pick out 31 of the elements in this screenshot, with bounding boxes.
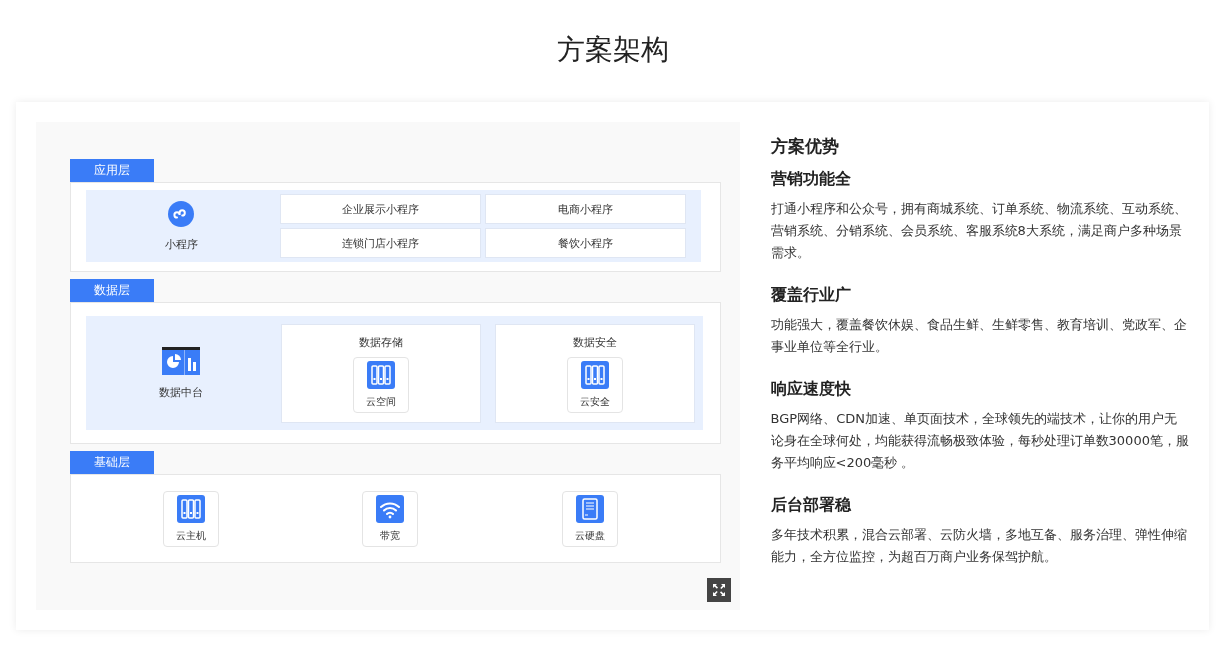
- group-title: 数据存储: [358, 335, 403, 350]
- fullscreen-button[interactable]: [706, 578, 731, 602]
- tile-label: 云硬盘: [574, 528, 605, 543]
- advantage-text: 功能强大，覆盖餐饮休娱、食品生鲜、生鲜零售、教育培训、党政军、企事业单位等全行业。: [770, 316, 1188, 356]
- tile-label: 云空间: [365, 395, 396, 409]
- link-icon: [168, 200, 194, 227]
- tile-label: 带宽: [380, 528, 401, 543]
- advantage-title: 后台部署稳: [770, 494, 852, 516]
- advantage-title: 营销功能全: [770, 168, 852, 190]
- server-icon: [580, 361, 609, 389]
- advantage-text: 多年技术积累，混合云部署、云防火墙，多地互备、服务治理、弹性伸缩能力，全方位监控，为超百万商户业务保驾护航。: [770, 526, 1188, 566]
- server-icon: [176, 494, 205, 523]
- advantage-text: BGP网络、CDN加速、单页面技术，全球领先的端技术，让你的用户无论身在全球何处，均能获得流畅极致体验，每秒处理订单数30000笔，服务平均响应<200毫秒 。: [770, 410, 1189, 472]
- module-cell: 餐饮小程序: [484, 228, 686, 258]
- module-label: 数据中台: [159, 384, 203, 400]
- section-heading: 方案优势: [770, 135, 840, 158]
- advantage-title: 覆盖行业广: [770, 284, 852, 306]
- server-icon: [366, 361, 395, 389]
- module-cell: 电商小程序: [484, 194, 686, 224]
- module-label: 小程序: [164, 236, 198, 252]
- expand-icon: [711, 583, 726, 597]
- module-cell: 企业展示小程序: [280, 194, 481, 224]
- module-cell: 连锁门店小程序: [280, 228, 481, 258]
- page-title: 方案架构: [555, 32, 670, 68]
- group-title: 数据安全: [572, 335, 617, 350]
- advantage-title: 响应速度快: [770, 378, 852, 400]
- tile-label: 云安全: [579, 395, 610, 409]
- tile-label: 云主机: [175, 528, 206, 543]
- wifi-icon: [376, 494, 405, 523]
- advantage-text: 打通小程序和公众号，拥有商城系统、订单系统、物流系统、互动系统、营销系统、分销系统、会员系统、客服系统8大系统，满足商户多种场景需求。: [770, 200, 1188, 262]
- dashboard-icon: [162, 346, 200, 375]
